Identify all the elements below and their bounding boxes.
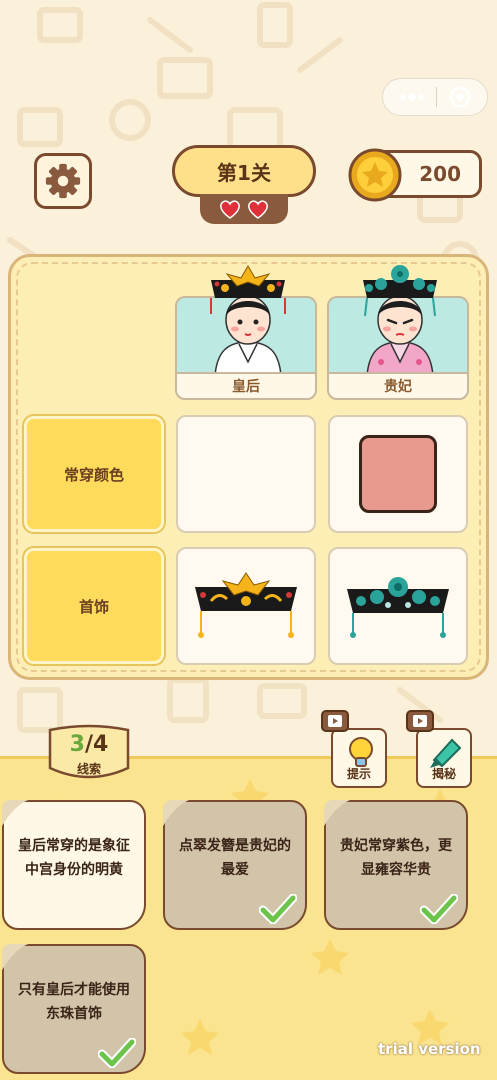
paper-fold-icon (2, 800, 28, 826)
grid-cell-consort-accessory[interactable] (328, 547, 468, 665)
coin-amount: 200 (419, 162, 461, 186)
paper-fold-icon (324, 800, 350, 826)
video-ad-icon (406, 710, 434, 732)
clue-count-current: 3 (69, 732, 85, 757)
grid-cell-consort-color[interactable] (328, 415, 468, 533)
column-name-consort: 贵妃 (329, 372, 467, 398)
consort-portrait-icon (363, 265, 437, 376)
clue-count-separator: / (84, 732, 94, 757)
phoenix-headdress-icon (195, 572, 297, 638)
color-swatch (359, 435, 437, 513)
heart-icon (220, 200, 240, 219)
video-ad-icon (321, 710, 349, 732)
column-name-empress: 皇后 (177, 372, 315, 398)
clue-count: 3/4 (44, 732, 134, 757)
checkmark-icon (98, 1038, 136, 1068)
more-icon[interactable] (399, 92, 425, 102)
clue-card[interactable]: 贵妃常穿紫色，更显雍容华贵 (324, 800, 468, 930)
close-miniprogram-icon[interactable] (449, 86, 471, 108)
settings-button[interactable] (34, 153, 92, 209)
heart-icon (248, 200, 268, 219)
gear-icon (45, 163, 81, 199)
reveal-button[interactable]: 揭秘 (406, 710, 472, 788)
clue-text: 点翠发簪是贵妃的最爱 (179, 838, 291, 878)
clue-text: 皇后常穿的是象征中宫身份的明黄 (18, 838, 130, 878)
clue-text: 贵妃常穿紫色，更显雍容华贵 (340, 838, 452, 878)
clue-count-total: 4 (93, 732, 109, 757)
reveal-label: 揭秘 (431, 767, 456, 781)
column-header-consort: 贵妃 (327, 265, 469, 400)
row-label-color: 常穿颜色 (22, 414, 166, 534)
checkmark-icon (420, 894, 458, 924)
mini-program-capsule (382, 78, 488, 116)
grid-cell-empress-color[interactable] (176, 415, 316, 533)
level-title: 第1关 (172, 145, 316, 197)
clue-card[interactable]: 点翠发簪是贵妃的最爱 (163, 800, 307, 930)
lives-indicator (200, 194, 288, 224)
column-header-empress: 皇后 (175, 265, 317, 400)
clue-label: 线索 (76, 762, 101, 776)
checkmark-icon (259, 894, 297, 924)
clue-card[interactable]: 只有皇后才能使用东珠首饰 (2, 944, 146, 1074)
hint-button[interactable]: 提示 (321, 710, 387, 788)
coin-icon (348, 148, 402, 202)
row-label-accessory: 首饰 (22, 546, 166, 666)
capsule-divider (436, 87, 438, 107)
trial-watermark: trial version (378, 1040, 481, 1058)
empress-portrait-icon (210, 265, 286, 376)
clue-counter: 3/4 线索 (44, 724, 134, 782)
paper-fold-icon (2, 944, 28, 970)
jade-flower-headdress-icon (347, 577, 449, 638)
clue-text: 只有皇后才能使用东珠首饰 (18, 982, 130, 1022)
hint-label: 提示 (346, 767, 371, 781)
paper-fold-icon (163, 800, 189, 826)
clue-card[interactable]: 皇后常穿的是象征中宫身份的明黄 (2, 800, 146, 930)
grid-cell-empress-accessory[interactable] (176, 547, 316, 665)
